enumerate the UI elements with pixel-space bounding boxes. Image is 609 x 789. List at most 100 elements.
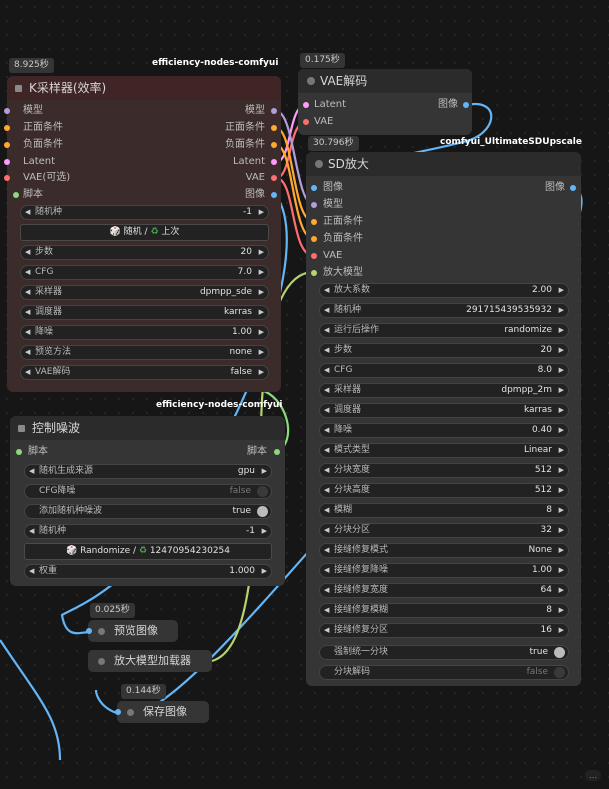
mode-type-widget[interactable]: ◀ 模式类型 Linear ▶: [319, 443, 569, 458]
denoise-widget[interactable]: ◀ 降噪 1.00 ▶: [20, 325, 269, 340]
input-label: 正面条件: [23, 122, 63, 133]
output-label: 正面条件: [225, 122, 265, 133]
input-pin-upscale-model[interactable]: [311, 270, 317, 276]
force-uniform-tiles-toggle[interactable]: 强制统一分块 true: [319, 645, 569, 660]
tile-width-widget[interactable]: ◀ 分块宽度 512 ▶: [319, 463, 569, 478]
input-label: Latent: [23, 156, 56, 167]
preview-image-node[interactable]: 预览图像: [86, 620, 178, 642]
ksampler-title: K采样器(效率): [29, 81, 107, 95]
output-pin-image[interactable]: [463, 102, 469, 108]
seed-control-button[interactable]: 🎲 随机 / ♻ 上次: [20, 224, 269, 241]
vae-title-bar[interactable]: VAE解码: [298, 69, 472, 93]
noise-control-node[interactable]: 控制噪波 脚本 脚本 ◀ 随机生成来源 gpu ▶ CFG降噪 false 添加随机种噪…: [10, 416, 285, 586]
seam-fix-blur-widget[interactable]: ◀ 接缝修复模糊 8 ▶: [319, 603, 569, 618]
input-pin-vae[interactable]: [4, 175, 10, 181]
corner-menu-button[interactable]: ...: [585, 770, 601, 781]
toggle-on-icon: [257, 506, 268, 517]
scheduler-widget[interactable]: ◀ 调度器 karras ▶: [319, 403, 569, 418]
input-pin-image[interactable]: [311, 185, 317, 191]
wire-left-edge: [0, 639, 62, 761]
input-pin-negative[interactable]: [311, 236, 317, 242]
output-label: 负面条件: [225, 139, 265, 150]
upscale-model-loader-node[interactable]: 放大模型加载器: [88, 650, 212, 672]
input-label: 负面条件: [23, 139, 63, 150]
seed-widget[interactable]: ◀ 随机种 291715439535932 ▶: [319, 303, 569, 318]
input-pin-latent[interactable]: [303, 102, 309, 108]
status-dot-icon: [98, 628, 105, 635]
seam-fix-mode-widget[interactable]: ◀ 接缝修复模式 None ▶: [319, 543, 569, 558]
ksampler-node[interactable]: K采样器(效率) 模型 正面条件 负面条件 Latent VAE(可选) 脚本 …: [4, 76, 281, 392]
sampler-widget[interactable]: ◀ 采样器 dpmpp_sde ▶: [20, 285, 269, 300]
tile-height-widget[interactable]: ◀ 分块高度 512 ▶: [319, 483, 569, 498]
input-pin-positive[interactable]: [311, 219, 317, 225]
input-pin-vae[interactable]: [311, 253, 317, 259]
input-label: 脚本: [28, 446, 48, 457]
output-pin-latent[interactable]: [271, 159, 277, 165]
noise-source-widget[interactable]: ◀ 随机生成来源 gpu ▶: [24, 464, 272, 479]
seam-fix-width-widget[interactable]: ◀ 接缝修复宽度 64 ▶: [319, 583, 569, 598]
vae-decode-widget[interactable]: ◀ VAE解码 false ▶: [20, 365, 269, 380]
seam-fix-padding-widget[interactable]: ◀ 接缝修复分区 16 ▶: [319, 623, 569, 638]
input-pin-negative[interactable]: [4, 142, 10, 148]
ksampler-title-bar[interactable]: K采样器(效率): [7, 76, 281, 100]
steps-widget[interactable]: ◀ 步数 20 ▶: [319, 343, 569, 358]
preview-time-badge: 0.025秒: [90, 603, 135, 618]
vae-decode-node[interactable]: VAE解码 Latent VAE 图像: [298, 69, 472, 135]
input-pin-latent[interactable]: [4, 159, 10, 165]
scheduler-widget[interactable]: ◀ 调度器 karras ▶: [20, 305, 269, 320]
increment-arrow-icon[interactable]: ▶: [259, 206, 264, 219]
ksampler-source-tag: efficiency-nodes-comfyui: [152, 58, 279, 68]
seed-randomize-button[interactable]: 🎲 Randomize / ♻ 12470954230254: [24, 543, 272, 560]
status-dot-icon: [315, 160, 323, 168]
save-image-node[interactable]: 保存图像: [115, 701, 209, 723]
input-pin-model[interactable]: [311, 202, 317, 208]
upscale-factor-widget[interactable]: ◀ 放大系数 2.00 ▶: [319, 283, 569, 298]
input-pin-image[interactable]: [86, 628, 92, 634]
output-pin-image[interactable]: [570, 185, 576, 191]
output-pin-model[interactable]: [271, 108, 277, 114]
add-seed-noise-toggle[interactable]: 添加随机种噪波 true: [24, 504, 272, 519]
noise-source-tag: efficiency-nodes-comfyui: [156, 400, 283, 410]
input-pin-image[interactable]: [115, 709, 121, 715]
input-pin-positive[interactable]: [4, 125, 10, 131]
input-pin-script[interactable]: [16, 449, 22, 455]
sdup-time-badge: 30.796秒: [308, 136, 359, 151]
output-pin-positive[interactable]: [271, 125, 277, 131]
toggle-off-icon: [257, 486, 268, 497]
sampler-widget[interactable]: ◀ 采样器 dpmpp_2m ▶: [319, 383, 569, 398]
cfg-widget[interactable]: ◀ CFG 8.0 ▶: [319, 363, 569, 378]
cfg-widget[interactable]: ◀ CFG 7.0 ▶: [20, 265, 269, 280]
input-label: 负面条件: [323, 233, 363, 244]
denoise-widget[interactable]: ◀ 降噪 0.40 ▶: [319, 423, 569, 438]
collapse-icon[interactable]: [18, 425, 25, 432]
input-pin-model[interactable]: [4, 108, 10, 114]
mask-blur-widget[interactable]: ◀ 模糊 8 ▶: [319, 503, 569, 518]
sd-upscale-node[interactable]: SD放大 图像 模型 正面条件 负面条件 VAE 放大模型 图像 ◀ 放大系数 2.…: [306, 152, 581, 686]
output-pin-vae[interactable]: [271, 175, 277, 181]
control-after-generate-widget[interactable]: ◀ 运行后操作 randomize ▶: [319, 323, 569, 338]
seed-widget[interactable]: ◀ 随机种 -1 ▶: [24, 524, 272, 539]
output-label: VAE: [245, 172, 265, 183]
cfg-denoise-toggle[interactable]: CFG降噪 false: [24, 484, 272, 499]
output-pin-script[interactable]: [274, 449, 280, 455]
decrement-arrow-icon[interactable]: ◀: [25, 206, 30, 219]
sdup-title-bar[interactable]: SD放大: [306, 152, 581, 176]
dice-icon: 🎲: [109, 227, 121, 237]
seam-fix-denoise-widget[interactable]: ◀ 接缝修复降噪 1.00 ▶: [319, 563, 569, 578]
steps-widget[interactable]: ◀ 步数 20 ▶: [20, 245, 269, 260]
tile-padding-widget[interactable]: ◀ 分块分区 32 ▶: [319, 523, 569, 538]
noise-title-bar[interactable]: 控制噪波: [10, 416, 285, 440]
output-pin-image[interactable]: [271, 192, 277, 198]
input-pin-script[interactable]: [13, 192, 19, 198]
input-pin-vae[interactable]: [303, 119, 309, 125]
seed-widget[interactable]: ◀ 随机种 -1 ▶: [20, 205, 269, 220]
tiled-decode-toggle[interactable]: 分块解码 false: [319, 665, 569, 680]
input-label: 放大模型: [323, 267, 363, 278]
status-dot-icon: [307, 77, 315, 85]
vae-time-badge: 0.175秒: [300, 53, 345, 68]
weight-widget[interactable]: ◀ 权重 1.000 ▶: [24, 564, 272, 579]
collapse-icon[interactable]: [15, 85, 22, 92]
preview-method-widget[interactable]: ◀ 预览方法 none ▶: [20, 345, 269, 360]
output-pin-negative[interactable]: [271, 142, 277, 148]
vae-title: VAE解码: [320, 74, 368, 88]
